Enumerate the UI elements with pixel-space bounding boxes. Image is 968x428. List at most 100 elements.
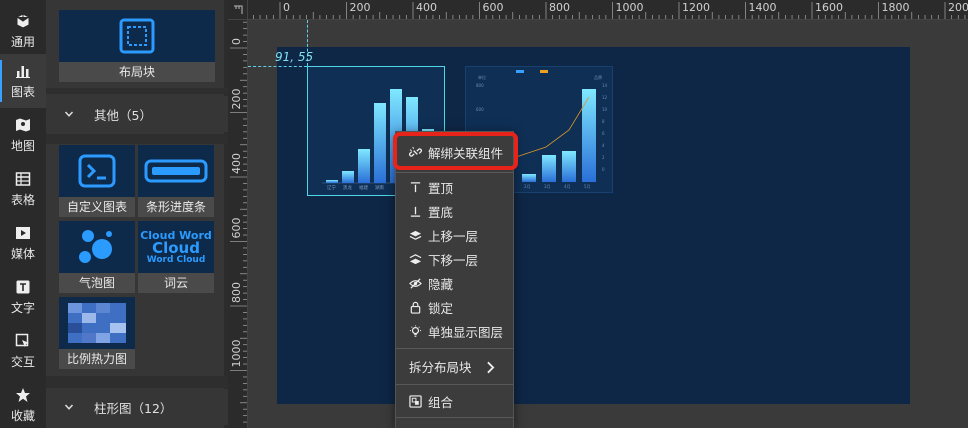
- menu-separator: [396, 417, 513, 418]
- rail-label-general: 通用: [10, 34, 35, 49]
- word-cloud-line2: Cloud: [152, 238, 200, 257]
- menu-label: 组合: [428, 394, 454, 410]
- rail-item-favorites[interactable]: 收藏: [0, 378, 46, 428]
- word-cloud-line3: Word Cloud: [146, 254, 206, 265]
- card-label: 词云: [163, 276, 188, 290]
- lock-icon: [410, 301, 421, 314]
- ruler-tick-label: 800: [230, 282, 243, 303]
- card-label: 比例热力图: [66, 352, 127, 366]
- svg-text:10: 10: [602, 107, 608, 112]
- context-menu: 解绑关联组件 置顶 置底 上移一层 下移一层 隐藏 锁定 单独显示图层 拆分布局…: [395, 131, 514, 428]
- card-bubble-chart[interactable]: 气泡图: [59, 221, 135, 293]
- rail-item-interaction[interactable]: 交互: [0, 324, 46, 378]
- text-icon: [16, 280, 30, 293]
- word-cloud-thumbnail: Cloud Word Cloud Word Cloud: [138, 221, 214, 273]
- menu-label: 拆分布局块: [409, 359, 472, 375]
- table-icon: [15, 171, 31, 186]
- svg-text:0: 0: [602, 167, 605, 172]
- ruler-tick-label: 1800: [882, 1, 910, 14]
- svg-text:3月: 3月: [544, 184, 551, 189]
- section-title: 柱形图（12）: [94, 400, 173, 416]
- menu-separator: [396, 172, 513, 173]
- svg-text:4月: 4月: [564, 184, 571, 189]
- card-custom-chart[interactable]: 自定义图表: [59, 145, 135, 217]
- ruler-tick-label: 1600: [815, 1, 843, 14]
- layout-block-icon: [119, 18, 155, 54]
- svg-text:2月: 2月: [524, 184, 531, 189]
- card-ratio-heatmap[interactable]: 比例热力图: [59, 297, 135, 369]
- menu-separator: [396, 384, 513, 385]
- section-divider: [46, 88, 228, 94]
- card-label: 自定义图表: [66, 200, 127, 214]
- card-progress-bar[interactable]: 条形进度条: [138, 145, 214, 217]
- bar-chart-icon: [16, 65, 30, 78]
- svg-text:8: 8: [602, 119, 605, 124]
- rail-item-charts[interactable]: 图表: [0, 54, 46, 108]
- menu-item-move-down-layer[interactable]: 下移一层: [396, 247, 513, 271]
- menu-item-move-up-layer[interactable]: 上移一层: [396, 223, 513, 247]
- ruler-tick-label: 1000: [230, 340, 243, 368]
- svg-text:4: 4: [602, 143, 605, 148]
- menu-item-send-to-bottom[interactable]: 置底: [396, 199, 513, 223]
- ruler-tick-label: 600: [230, 218, 243, 239]
- menu-separator: [396, 348, 513, 349]
- menu-item-lock[interactable]: 锁定: [396, 295, 513, 319]
- menu-label: 置顶: [428, 180, 454, 196]
- ruler-ticks: 0 200 400 600 800 1000: [230, 21, 247, 423]
- menu-item-hide[interactable]: 隐藏: [396, 271, 513, 295]
- rail-item-map[interactable]: 地图: [0, 108, 46, 162]
- cube-icon: [16, 12, 30, 29]
- position-readout: 91, 55: [275, 50, 314, 64]
- solo-layer-icon: [409, 324, 422, 337]
- heatmap-icon: [68, 303, 126, 343]
- layout-block-thumbnail: [59, 10, 215, 62]
- svg-text:600: 600: [476, 107, 484, 112]
- svg-text:6: 6: [602, 131, 605, 136]
- card-layout-block[interactable]: 布局块: [59, 10, 215, 82]
- bring-to-top-icon: [410, 181, 421, 192]
- terminal-icon: [78, 154, 116, 188]
- card-word-cloud[interactable]: Cloud Word Cloud Word Cloud 词云: [138, 221, 214, 293]
- horizontal-ruler: 0 200 400 600 800 1000 1200 1400 1600 1800 2000: [228, 0, 968, 20]
- menu-item-bring-to-top[interactable]: 置顶: [396, 175, 513, 199]
- position-guide-horizontal: [248, 66, 307, 67]
- rail-item-general[interactable]: 通用: [0, 4, 46, 58]
- svg-text:辽宁: 辽宁: [327, 184, 336, 191]
- card-label: 布局块: [118, 65, 155, 79]
- map-icon: [16, 118, 30, 131]
- ruler-tick-label: 400: [230, 153, 243, 174]
- progress-bar-thumbnail: [138, 145, 214, 197]
- rail-label-charts: 图表: [10, 84, 35, 99]
- chevron-right-icon: [487, 361, 495, 374]
- rail-label-interaction: 交互: [10, 354, 35, 369]
- rail-label-text: 文字: [10, 300, 35, 315]
- bubble-icon: [79, 230, 112, 263]
- section-divider: [46, 376, 228, 388]
- section-header-other[interactable]: 其他（5）: [46, 96, 228, 132]
- annotation-highlight-box: [393, 132, 518, 170]
- rail-item-text[interactable]: 文字: [0, 270, 46, 324]
- ruler-tick-label: 600: [483, 1, 504, 14]
- svg-text:5月: 5月: [584, 184, 591, 189]
- ruler-tick-label: 2000: [948, 1, 968, 14]
- rail-label-favorites: 收藏: [10, 408, 35, 423]
- menu-label: 上移一层: [428, 228, 479, 244]
- svg-text:福建: 福建: [359, 184, 368, 191]
- section-divider: [46, 134, 228, 144]
- editor-window: 通用 图表 地图 表格 媒体 文字 交互 收藏 布局块 其他（5） 自定义图表 …: [0, 0, 968, 428]
- section-header-bar-chart[interactable]: 柱形图（12）: [46, 389, 228, 425]
- ruler-tick-label: 200: [230, 89, 243, 110]
- menu-item-group[interactable]: 组合: [396, 389, 513, 413]
- svg-text:12: 12: [602, 95, 608, 100]
- vertical-ruler: 0 200 400 600 800 1000: [228, 20, 248, 428]
- menu-item-solo-layer[interactable]: 单独显示图层: [396, 319, 513, 343]
- menu-label: 隐藏: [428, 276, 454, 292]
- layer-up-icon: [409, 230, 422, 240]
- category-rail: 通用 图表 地图 表格 媒体 文字 交互 收藏: [0, 0, 46, 428]
- menu-item-split-layout-block[interactable]: 拆分布局块: [396, 354, 513, 378]
- rail-item-media[interactable]: 媒体: [0, 216, 46, 270]
- rail-item-table[interactable]: 表格: [0, 162, 46, 216]
- menu-label: 单独显示图层: [428, 324, 504, 340]
- ruler-corner[interactable]: [228, 0, 248, 20]
- media-icon: [16, 226, 30, 239]
